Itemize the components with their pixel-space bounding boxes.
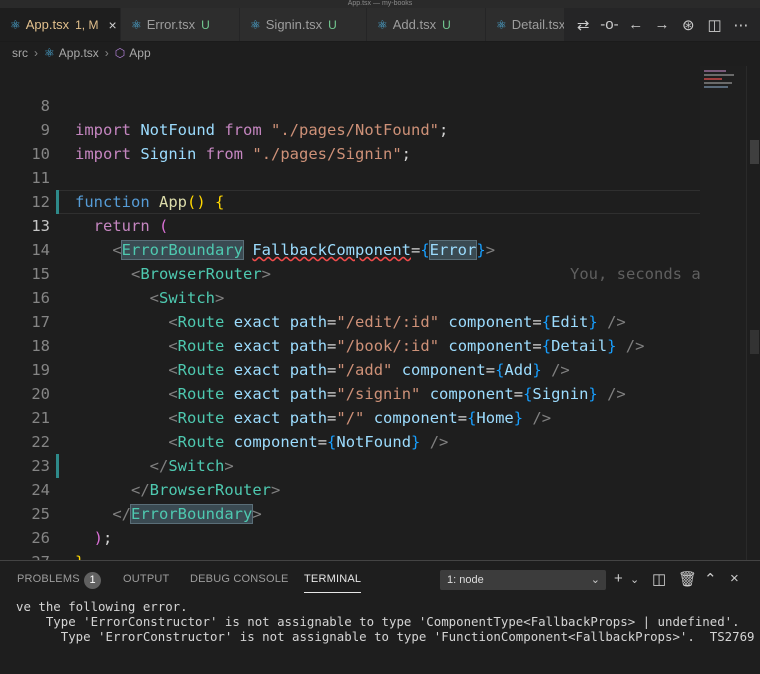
chevron-up-icon[interactable]: ⌃ [704,570,717,588]
more-icon[interactable]: ⋯ [731,16,751,34]
code-line: 26 } [0,502,700,560]
tab-status: U [442,17,451,32]
tab-error-tsx[interactable]: ⚛ Error.tsx U [121,8,240,41]
chevron-down-icon: ⌄ [590,574,600,586]
breadcrumb-file[interactable]: App.tsx [59,46,99,60]
editor-scrollbar[interactable] [746,66,760,560]
tab-signin-tsx[interactable]: ⚛ Signin.tsx U [240,8,367,41]
code-line: 21 <Route component={NotFound} /> [0,382,700,451]
tab-debug-console[interactable]: DEBUG CONSOLE [190,573,289,585]
code-line: 10 [0,118,700,163]
breadcrumb: src › ⚛ App.tsx › ⬡ App [0,42,760,64]
chevron-right-icon: › [104,46,109,60]
code-line: 25 ); [0,478,700,547]
code-line: 24 </ErrorBoundary> [0,454,700,524]
code-line: 28 export default App; [0,550,700,560]
minimap[interactable] [700,66,746,560]
code-line: 27 [0,526,700,560]
scrollbar-thumb[interactable] [750,140,759,164]
trash-icon[interactable]: 🗑 [678,570,697,588]
tab-detail-tsx[interactable]: ⚛ Detail.tsx [486,8,567,41]
scrollbar-marker [750,330,759,354]
tab-label: Add.tsx [392,17,437,32]
code-line: 11 function App() { [0,142,700,211]
problems-count-badge: 1 [84,572,101,589]
code-line: 18 <Route exact path="/add" component={A… [0,310,700,379]
breadcrumb-folder[interactable]: src [12,46,28,60]
code-line: 15 <Switch> [0,238,700,307]
symbol-cube-icon: ⬡ [114,46,126,60]
code-line: 23 </BrowserRouter> [0,430,700,499]
terminal-line: Type 'ErrorConstructor' is not assignabl… [16,629,755,644]
editor-tab-bar: ⚛ App.tsx 1, M × ⚛ Error.tsx U ⚛ Signin.… [0,8,760,42]
react-file-icon: ⚛ [10,17,21,32]
terminal-output[interactable]: ve the following error. Type 'ErrorConst… [0,599,760,674]
window-title: App.tsx — my-books [0,0,760,8]
code-line: 19 <Route exact path="/signin" component… [0,334,700,403]
chevron-down-icon[interactable]: ⌄ [630,573,639,586]
go-forward-icon[interactable]: → [652,16,672,33]
react-file-icon: ⚛ [496,17,507,32]
panel-tabs: PROBLEMS 1 OUTPUT DEBUG CONSOLE TERMINAL… [0,561,760,597]
react-file-icon: ⚛ [250,17,261,32]
chevron-right-icon: › [34,46,38,60]
split-editor-icon[interactable]: ◫ [705,16,725,34]
terminal-line: ve the following error. [16,599,188,614]
tab-status: U [201,17,210,32]
tab-app-tsx[interactable]: ⚛ App.tsx 1, M × [0,8,121,41]
code-line: 13 <ErrorBoundary FallbackComponent={Err… [0,190,700,283]
react-file-icon: ⚛ [44,46,55,60]
code-line: 8 import NotFound from "./pages/NotFound… [0,70,700,139]
tab-add-tsx[interactable]: ⚛ Add.tsx U [367,8,486,41]
split-terminal-icon[interactable]: ◫ [652,570,666,588]
code-line: 16 <Route exact path="/edit/:id" compone… [0,262,700,331]
add-terminal-icon[interactable]: + [614,570,623,587]
bottom-panel: PROBLEMS 1 OUTPUT DEBUG CONSOLE TERMINAL… [0,560,760,644]
tab-label: Error.tsx [146,17,196,32]
code-line: 17 <Route exact path="/book/:id" compone… [0,286,700,355]
git-commit-icon[interactable]: -o- [599,16,619,33]
terminal-select-value: 1: node [447,574,484,586]
tab-status: U [328,17,337,32]
react-file-icon: ⚛ [377,17,388,32]
git-compare-icon[interactable]: ⇄ [573,16,593,34]
code-line: 14 <BrowserRouter> [0,214,700,283]
tab-problems[interactable]: PROBLEMS [17,573,80,585]
tab-terminal[interactable]: TERMINAL [304,573,362,593]
code-line: 22 </Switch> [0,406,700,475]
code-line: 12 return ( [0,166,700,235]
close-icon[interactable]: × [730,570,739,587]
tab-label: Detail.tsx [511,17,566,32]
code-line: 9 import Signin from "./pages/Signin"; [0,94,700,163]
terminal-select[interactable]: 1: node ⌄ [440,570,606,590]
react-file-icon: ⚛ [131,17,142,32]
terminal-line: Type 'ErrorConstructor' is not assignabl… [16,614,740,629]
code-line: 20 <Route exact path="/" component={Home… [0,358,700,427]
tab-status: 1, M [75,17,99,32]
remote-icon[interactable]: ⊛ [678,16,698,34]
breadcrumb-symbol[interactable]: App [129,46,150,60]
tab-label: App.tsx [25,17,70,32]
code-editor[interactable]: 8 import NotFound from "./pages/NotFound… [0,66,760,560]
close-icon[interactable]: × [108,17,116,33]
go-back-icon[interactable]: ← [626,16,646,33]
tab-label: Signin.tsx [265,17,323,32]
tab-output[interactable]: OUTPUT [123,573,169,585]
editor-actions: ⇄ -o- ← → ⊛ ◫ ⋯ [564,8,760,41]
